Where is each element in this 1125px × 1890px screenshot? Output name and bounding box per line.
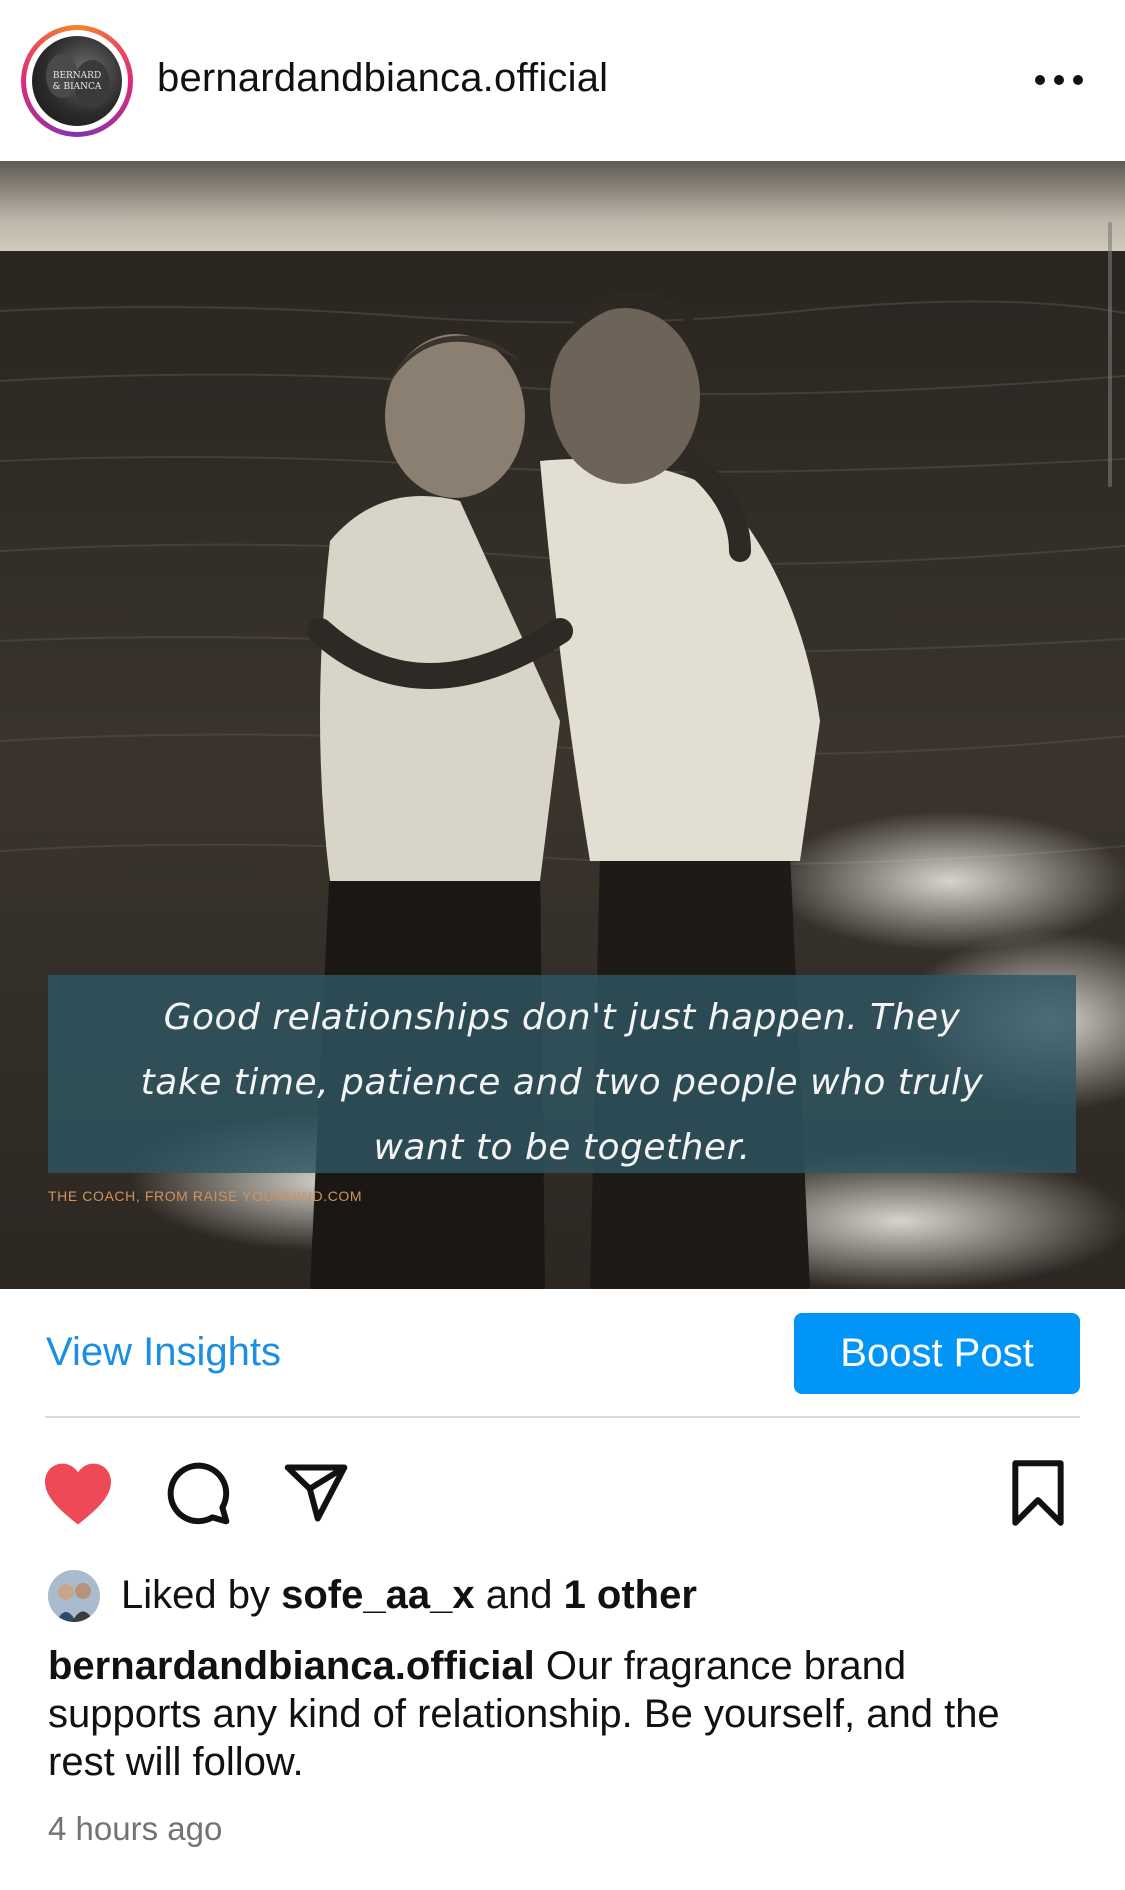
comment-icon[interactable] bbox=[164, 1459, 232, 1527]
liked-by-text: Liked by sofe_aa_x and 1 other bbox=[121, 1573, 697, 1618]
bookmark-icon[interactable] bbox=[1008, 1459, 1068, 1527]
liked-by-prefix: Liked by bbox=[121, 1573, 282, 1617]
svg-text:& BIANCA: & BIANCA bbox=[53, 82, 102, 92]
post-timestamp: 4 hours ago bbox=[48, 1810, 223, 1847]
share-icon[interactable] bbox=[280, 1459, 352, 1527]
avatar-logo: BERNARD & BIANCA bbox=[46, 54, 110, 108]
quote-line: want to be together. bbox=[373, 1127, 751, 1168]
more-horizontal-icon[interactable] bbox=[1030, 60, 1090, 100]
post-image[interactable]: Good relationships don't just happen. Th… bbox=[0, 161, 1125, 1289]
header-username[interactable]: bernardandbianca.official bbox=[157, 56, 608, 101]
post-caption: bernardandbianca.official Our fragrance … bbox=[48, 1642, 1058, 1786]
quote-overlay: Good relationships don't just happen. Th… bbox=[48, 975, 1076, 1173]
profile-avatar[interactable]: BERNARD & BIANCA bbox=[21, 25, 133, 137]
liker-username[interactable]: sofe_aa_x bbox=[281, 1573, 474, 1617]
quote-credit: THE COACH, FROM RAISE YOURMIND.COM bbox=[48, 1188, 363, 1204]
heart-filled-icon[interactable] bbox=[42, 1460, 114, 1526]
scrollbar[interactable] bbox=[1108, 222, 1112, 487]
likes-others-link[interactable]: 1 other bbox=[564, 1573, 697, 1617]
post-header: BERNARD & BIANCA bernardandbianca.offici… bbox=[0, 0, 1125, 161]
divider bbox=[45, 1416, 1080, 1418]
liker-avatar[interactable] bbox=[48, 1570, 100, 1622]
caption-username[interactable]: bernardandbianca.official bbox=[48, 1644, 535, 1688]
view-insights-link[interactable]: View Insights bbox=[46, 1330, 281, 1375]
quote-line: take time, patience and two people who t… bbox=[140, 1062, 984, 1103]
liked-by-and: and bbox=[474, 1573, 564, 1617]
avatar-ring-gap: BERNARD & BIANCA bbox=[26, 30, 128, 132]
quote-text: Good relationships don't just happen. Th… bbox=[48, 985, 1076, 1180]
avatar-image: BERNARD & BIANCA bbox=[32, 36, 122, 126]
boost-post-button[interactable]: Boost Post bbox=[794, 1313, 1080, 1394]
quote-line: Good relationships don't just happen. Th… bbox=[163, 997, 961, 1038]
svg-text:BERNARD: BERNARD bbox=[53, 71, 101, 81]
